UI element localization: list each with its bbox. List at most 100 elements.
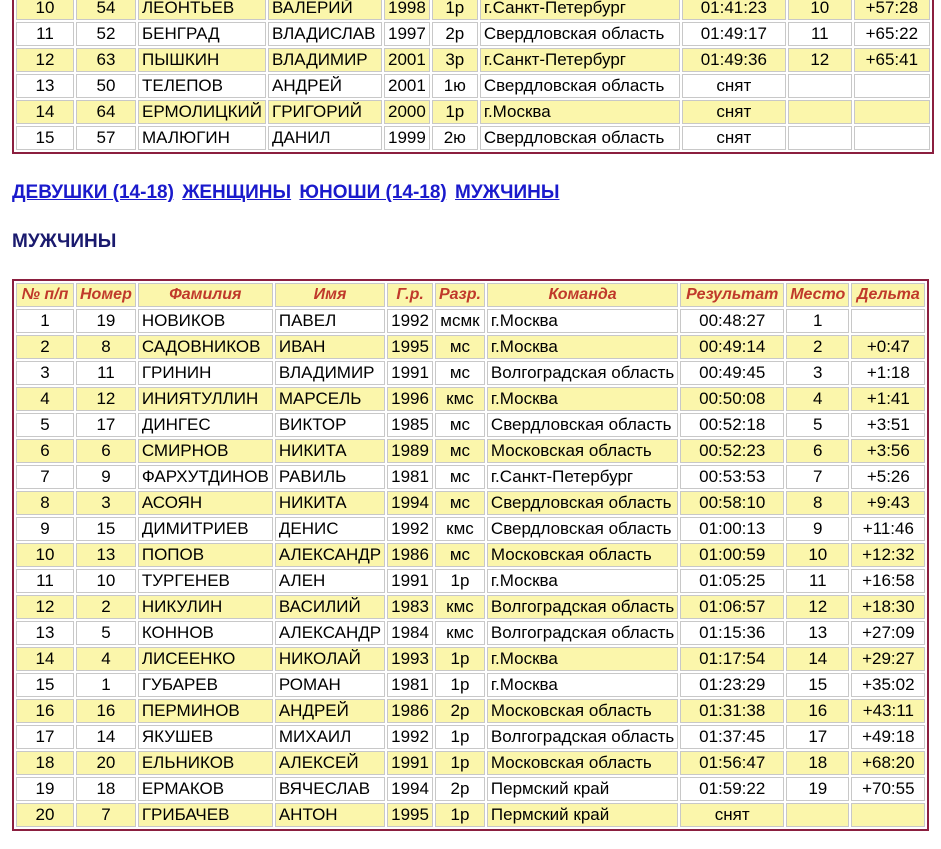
nav-link-boys[interactable]: ЮНОШИ (14-18): [299, 182, 446, 203]
cell-rank: кмс: [434, 621, 485, 645]
cell-bib: 12: [76, 387, 136, 411]
cell-name: НИКИТА: [274, 439, 386, 463]
cell-team: Московская область: [486, 751, 679, 775]
cell-index: 12: [16, 595, 74, 619]
cell-birth-year: 1981: [387, 465, 433, 489]
cell-place: 3: [786, 361, 850, 385]
cell-surname: ЕРМОЛИЦКИЙ: [138, 100, 266, 124]
cell-index: 17: [16, 725, 74, 749]
header-result: Результат: [680, 283, 785, 307]
table-row: 19 18 ЕРМАКОВ ВЯЧЕСЛАВ 1994 2р Пермский край 01…: [16, 777, 926, 801]
cell-delta: +70:55: [851, 777, 926, 801]
table-row: 11 52 БЕНГРАД ВЛАДИСЛАВ 1997 2р Свердловская о…: [16, 22, 930, 46]
cell-name: АНДРЕЙ: [267, 74, 382, 98]
cell-birth-year: 1992: [387, 517, 433, 541]
cell-rank: кмс: [434, 517, 485, 541]
cell-birth-year: 1986: [387, 543, 433, 567]
cell-rank: 1р: [434, 751, 485, 775]
table-row: 9 15 ДИМИТРИЕВ ДЕНИС 1992 кмс Свердловская обл…: [16, 517, 926, 541]
cell-name: ПАВЕЛ: [274, 309, 386, 333]
cell-rank: мс: [434, 543, 485, 567]
cell-index: 16: [16, 699, 74, 723]
cell-team: г.Москва: [486, 387, 679, 411]
cell-name: МАРСЕЛЬ: [274, 387, 386, 411]
cell-result: 01:56:47: [680, 751, 785, 775]
cell-result: 01:41:23: [681, 0, 786, 20]
table-row: 16 16 ПЕРМИНОВ АНДРЕЙ 1986 2р Московская облас…: [16, 699, 926, 723]
nav-link-men[interactable]: МУЖЧИНЫ: [455, 182, 559, 203]
cell-team: Волгоградская область: [486, 595, 679, 619]
cell-delta: +65:22: [853, 22, 930, 46]
cell-surname: САДОВНИКОВ: [137, 335, 273, 359]
cell-bib: 19: [76, 309, 136, 333]
cell-surname: ЛИСЕЕНКО: [137, 647, 273, 671]
cell-team: г.Москва: [486, 569, 679, 593]
cell-index: 1: [16, 309, 74, 333]
cell-rank: 1р: [434, 569, 485, 593]
cell-bib: 50: [76, 74, 136, 98]
nav-link-girls[interactable]: ДЕВУШКИ (14-18): [12, 182, 174, 203]
cell-delta: +1:18: [851, 361, 926, 385]
cell-surname: ИНИЯТУЛЛИН: [137, 387, 273, 411]
cell-rank: мс: [434, 491, 485, 515]
cell-name: ДАНИЛ: [267, 126, 382, 150]
cell-place: 4: [786, 387, 850, 411]
cell-delta: [851, 309, 926, 333]
cell-delta: +16:58: [851, 569, 926, 593]
cell-surname: ПОПОВ: [137, 543, 273, 567]
cell-bib: 15: [76, 517, 136, 541]
header-delta: Дельта: [851, 283, 926, 307]
cell-bib: 18: [76, 777, 136, 801]
table-row: 1 19 НОВИКОВ ПАВЕЛ 1992 мсмк г.Москва 00:48:27 1: [16, 309, 926, 333]
cell-surname: БЕНГРАД: [138, 22, 266, 46]
cell-birth-year: 1983: [387, 595, 433, 619]
cell-delta: +0:47: [851, 335, 926, 359]
cell-result: 01:00:59: [680, 543, 785, 567]
cell-result: 01:05:25: [680, 569, 785, 593]
cell-place: 2: [786, 335, 850, 359]
table-row: 14 64 ЕРМОЛИЦКИЙ ГРИГОРИЙ 2000 1р г.Москва снят: [16, 100, 930, 124]
table-row: 6 6 СМИРНОВ НИКИТА 1989 мс Московская область 0…: [16, 439, 926, 463]
cell-rank: 1р: [434, 803, 485, 827]
cell-birth-year: 1986: [387, 699, 433, 723]
cell-index: 12: [16, 48, 74, 72]
cell-birth-year: 1996: [387, 387, 433, 411]
cell-birth-year: 1993: [387, 647, 433, 671]
cell-bib: 4: [76, 647, 136, 671]
cell-place: 10: [786, 543, 850, 567]
section-title: МУЖЧИНЫ: [12, 231, 117, 252]
cell-result: 01:17:54: [680, 647, 785, 671]
cell-bib: 20: [76, 751, 136, 775]
table-row: 10 13 ПОПОВ АЛЕКСАНДР 1986 мс Московская облас…: [16, 543, 926, 567]
cell-team: Пермский край: [486, 803, 679, 827]
cell-birth-year: 2001: [383, 74, 430, 98]
cell-name: ВИКТОР: [274, 413, 386, 437]
cell-bib: 9: [76, 465, 136, 489]
cell-name: МИХАИЛ: [274, 725, 386, 749]
table-row: 15 1 ГУБАРЕВ РОМАН 1981 1р г.Москва 01:23:29 15 +…: [16, 673, 926, 697]
cell-place: [787, 100, 852, 124]
cell-delta: +27:09: [851, 621, 926, 645]
cell-place: 11: [786, 569, 850, 593]
nav-link-women[interactable]: ЖЕНЩИНЫ: [182, 182, 291, 203]
cell-team: г.Москва: [486, 673, 679, 697]
cell-index: 4: [16, 387, 74, 411]
cell-rank: 2р: [434, 699, 485, 723]
cell-index: 15: [16, 126, 74, 150]
cell-name: ВЛАДИМИР: [274, 361, 386, 385]
cell-result: 01:49:17: [681, 22, 786, 46]
cell-place: 8: [786, 491, 850, 515]
cell-team: Московская область: [486, 699, 679, 723]
cell-bib: 14: [76, 725, 136, 749]
cell-bib: 16: [76, 699, 136, 723]
cell-rank: 2ю: [431, 126, 478, 150]
cell-result: 01:15:36: [680, 621, 785, 645]
cell-place: 16: [786, 699, 850, 723]
cell-rank: 1р: [434, 647, 485, 671]
cell-bib: 57: [76, 126, 136, 150]
cell-place: 18: [786, 751, 850, 775]
cell-bib: 6: [76, 439, 136, 463]
cell-rank: мс: [434, 439, 485, 463]
cell-bib: 11: [76, 361, 136, 385]
cell-delta: +43:11: [851, 699, 926, 723]
